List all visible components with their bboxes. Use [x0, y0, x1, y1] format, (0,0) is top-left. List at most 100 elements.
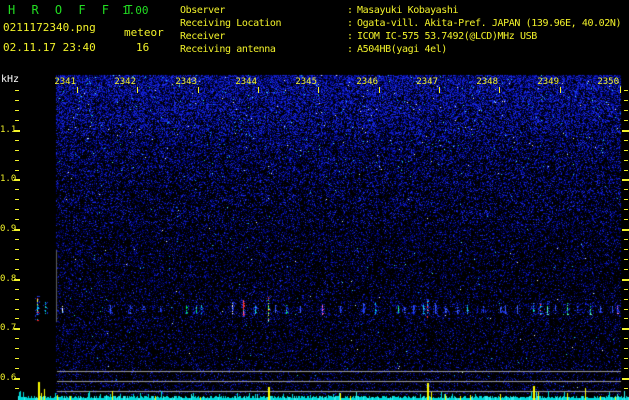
station-row: Receiving Location: Ogata-vill. Akita-Pre… — [180, 17, 622, 30]
time-tick — [77, 87, 78, 93]
spectrogram-canvas — [0, 0, 629, 400]
time-tick — [379, 87, 380, 93]
freq-minor-tick — [624, 309, 628, 310]
freq-label: 0.6 — [0, 373, 17, 383]
freq-minor-tick — [624, 90, 628, 91]
freq-minor-tick — [15, 199, 19, 200]
freq-label: 0.8 — [0, 274, 17, 284]
time-label: 2346 — [356, 77, 378, 87]
station-value: Ogata-vill. Akita-Pref. JAPAN (139.96E, … — [357, 18, 622, 29]
freq-minor-tick — [624, 120, 628, 121]
freq-minor-tick — [15, 338, 19, 339]
time-label: 2348 — [476, 77, 498, 87]
freq-major-tick — [622, 179, 629, 181]
freq-minor-tick — [15, 150, 19, 151]
station-separator: : — [347, 5, 353, 16]
freq-minor-tick — [624, 249, 628, 250]
freq-minor-tick — [624, 150, 628, 151]
freq-minor-tick — [15, 299, 19, 300]
station-separator: : — [347, 31, 353, 42]
meteor-count: 16 — [136, 41, 150, 54]
station-row: Receiver: ICOM IC-575 53.7492(@LCD)MHz US… — [180, 30, 621, 43]
freq-major-tick — [622, 378, 629, 380]
time-tick — [560, 87, 561, 93]
freq-label: 0.7 — [0, 323, 17, 333]
freq-major-tick — [622, 130, 629, 132]
time-label: 2345 — [295, 77, 317, 87]
freq-minor-tick — [15, 170, 19, 171]
freq-minor-tick — [15, 368, 19, 369]
freq-minor-tick — [15, 249, 19, 250]
time-label: 2342 — [114, 77, 136, 87]
freq-minor-tick — [15, 309, 19, 310]
freq-minor-tick — [624, 388, 628, 389]
station-info: Observer: Masayuki Kobayashi Receiving Loc… — [180, 4, 622, 56]
freq-minor-tick — [15, 160, 19, 161]
freq-minor-tick — [624, 199, 628, 200]
freq-minor-tick — [624, 318, 628, 319]
time-tick — [137, 87, 138, 93]
freq-minor-tick — [15, 289, 19, 290]
freq-minor-tick — [15, 318, 19, 319]
hrofft-screen: H R O F F T 1.00 0211172340.png meteor 0… — [0, 0, 629, 400]
freq-minor-tick — [624, 209, 628, 210]
freq-minor-tick — [624, 289, 628, 290]
output-filename: 0211172340.png — [3, 21, 96, 34]
time-tick — [620, 87, 621, 93]
freq-minor-tick — [624, 160, 628, 161]
freq-minor-tick — [15, 358, 19, 359]
time-label: 2349 — [537, 77, 559, 87]
station-separator: : — [347, 44, 353, 55]
freq-minor-tick — [624, 170, 628, 171]
freq-minor-tick — [624, 140, 628, 141]
freq-minor-tick — [624, 110, 628, 111]
station-separator: : — [347, 18, 353, 29]
freq-minor-tick — [15, 348, 19, 349]
freq-axis-unit: kHz — [1, 74, 20, 85]
time-label: 2350 — [597, 77, 619, 87]
freq-minor-tick — [624, 219, 628, 220]
freq-minor-tick — [624, 299, 628, 300]
freq-major-tick — [622, 328, 629, 330]
time-label: 2347 — [416, 77, 438, 87]
freq-major-tick — [622, 279, 629, 281]
station-label: Receiving antenna — [180, 44, 276, 55]
freq-minor-tick — [15, 90, 19, 91]
station-label: Receiving Location — [180, 18, 282, 29]
app-version: 1.00 — [122, 4, 149, 17]
station-value: Masayuki Kobayashi — [357, 5, 459, 16]
time-label: 2344 — [235, 77, 257, 87]
freq-minor-tick — [15, 100, 19, 101]
freq-minor-tick — [15, 189, 19, 190]
station-value: ICOM IC-575 53.7492(@LCD)MHz USB — [357, 31, 537, 42]
freq-minor-tick — [624, 358, 628, 359]
freq-label: 1.0 — [0, 174, 17, 184]
time-tick — [439, 87, 440, 93]
station-row: Observer: Masayuki Kobayashi — [180, 4, 621, 17]
freq-minor-tick — [15, 209, 19, 210]
freq-minor-tick — [624, 338, 628, 339]
station-label: Receiver — [180, 31, 225, 42]
freq-label: 0.9 — [0, 224, 17, 234]
freq-minor-tick — [624, 239, 628, 240]
freq-minor-tick — [15, 110, 19, 111]
freq-minor-tick — [15, 239, 19, 240]
time-tick — [499, 87, 500, 93]
freq-minor-tick — [624, 189, 628, 190]
freq-label: 1.1 — [0, 125, 17, 135]
freq-minor-tick — [624, 348, 628, 349]
time-tick — [198, 87, 199, 93]
freq-minor-tick — [624, 368, 628, 369]
freq-minor-tick — [15, 219, 19, 220]
station-label: Observer — [180, 5, 225, 16]
mode-label: meteor — [124, 26, 164, 39]
time-tick — [318, 87, 319, 93]
freq-minor-tick — [15, 140, 19, 141]
freq-minor-tick — [624, 269, 628, 270]
station-row: Receiving antenna: A504HB(yagi 4el) — [180, 43, 621, 56]
freq-minor-tick — [15, 269, 19, 270]
freq-minor-tick — [624, 259, 628, 260]
freq-minor-tick — [15, 259, 19, 260]
station-value: A504HB(yagi 4el) — [357, 44, 447, 55]
time-label: 2343 — [175, 77, 197, 87]
